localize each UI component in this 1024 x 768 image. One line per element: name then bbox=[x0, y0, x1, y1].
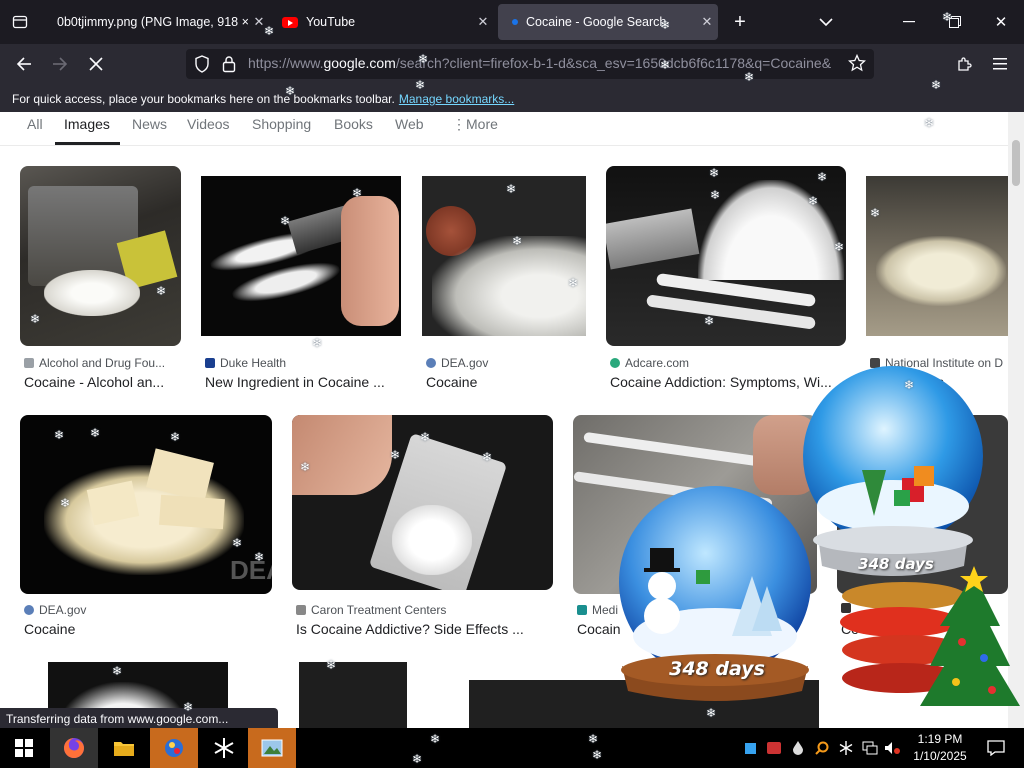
back-arrow-icon[interactable] bbox=[8, 48, 40, 80]
file-explorer-icon[interactable] bbox=[100, 728, 148, 768]
tab-books[interactable]: Books bbox=[334, 116, 373, 132]
result-title[interactable]: New Ingredient in Cocaine ... bbox=[205, 374, 395, 390]
tab-google-search[interactable]: Cocaine - Google Search ✕ bbox=[498, 4, 718, 40]
status-panel: Transferring data from www.google.com... bbox=[0, 708, 278, 730]
tray-droplet-icon[interactable] bbox=[788, 728, 808, 768]
minimize-icon[interactable] bbox=[892, 0, 926, 44]
result-source[interactable]: DEA.gov bbox=[426, 356, 576, 370]
restore-icon[interactable] bbox=[938, 0, 972, 44]
url-prefix: https://www. bbox=[248, 55, 324, 71]
site-favicon bbox=[296, 605, 306, 615]
tab-title: Cocaine - Google Search bbox=[526, 15, 667, 29]
tab-images[interactable]: Images bbox=[64, 116, 110, 132]
result-title[interactable]: Cocaine bbox=[426, 374, 576, 390]
result-title[interactable]: Is Cocaine Addictive? Side Effects ... bbox=[296, 621, 546, 637]
days-counter: 348 days bbox=[669, 658, 765, 680]
tab-more[interactable]: More bbox=[466, 116, 498, 132]
result-source[interactable]: Duke Health bbox=[205, 356, 385, 370]
chevron-down-icon[interactable] bbox=[814, 0, 838, 44]
forward-arrow-icon[interactable] bbox=[44, 48, 76, 80]
url-path: /search?client=firefox-b-1-d&sca_esv=165… bbox=[395, 55, 832, 71]
christmas-tree-widget[interactable] bbox=[834, 566, 1020, 714]
result-thumbnail[interactable] bbox=[866, 176, 1008, 336]
bookmarks-toolbar: For quick access, place your bookmarks h… bbox=[0, 84, 1024, 112]
scrollbar-thumb[interactable] bbox=[1012, 140, 1020, 186]
tab-youtube[interactable]: YouTube ✕ bbox=[272, 4, 494, 40]
result-thumbnail[interactable] bbox=[20, 166, 181, 346]
new-tab-plus-icon[interactable]: + bbox=[728, 0, 752, 44]
more-dots-icon[interactable]: ⋮ bbox=[452, 116, 466, 133]
image-watermark: DEA bbox=[230, 555, 272, 585]
navigation-toolbar: https://www.google.com/search?client=fir… bbox=[0, 44, 1024, 84]
active-tab-underline bbox=[55, 142, 120, 145]
tab-title: YouTube bbox=[306, 15, 356, 29]
site-favicon bbox=[610, 358, 620, 368]
tab-strip: 0b0tjimmy.png (PNG Image, 918 × ✕ YouTub… bbox=[0, 0, 1024, 44]
tray-blue-square-icon[interactable] bbox=[740, 728, 760, 768]
url-domain: google.com bbox=[323, 55, 396, 71]
result-source[interactable]: Adcare.com bbox=[610, 356, 810, 370]
tab-web[interactable]: Web bbox=[395, 116, 424, 132]
image-viewer-taskbar-icon[interactable] bbox=[248, 728, 296, 768]
site-favicon bbox=[24, 358, 34, 368]
result-title[interactable]: Cocaine bbox=[24, 621, 264, 637]
result-thumbnail[interactable]: DEA bbox=[20, 415, 272, 594]
extensions-puzzle-icon[interactable] bbox=[948, 48, 980, 80]
url-text[interactable]: https://www.google.com/search?client=fir… bbox=[248, 55, 840, 71]
search-type-tabs: All Images News Videos Shopping Books We… bbox=[0, 112, 1008, 146]
tab-title: 0b0tjimmy.png (PNG Image, 918 × bbox=[57, 15, 248, 29]
hamburger-menu-icon[interactable] bbox=[984, 48, 1016, 80]
tray-snowflake-icon[interactable] bbox=[836, 728, 856, 768]
clock-time: 1:19 PM bbox=[917, 732, 963, 746]
close-window-icon[interactable]: ✕ bbox=[984, 0, 1018, 44]
snow-app-taskbar-icon[interactable] bbox=[150, 728, 198, 768]
site-favicon bbox=[24, 605, 34, 615]
result-thumbnail[interactable] bbox=[606, 166, 846, 346]
result-title[interactable]: Cocaine - Alcohol an... bbox=[24, 374, 182, 390]
windows-taskbar: 1:19 PM 1/10/2025 bbox=[0, 728, 1024, 768]
result-thumbnail[interactable] bbox=[292, 415, 553, 590]
stop-loading-icon[interactable] bbox=[80, 48, 112, 80]
result-thumbnail[interactable] bbox=[422, 176, 586, 336]
bookmarks-hint: For quick access, place your bookmarks h… bbox=[12, 92, 395, 106]
site-favicon bbox=[205, 358, 215, 368]
close-tab-icon[interactable]: ✕ bbox=[696, 14, 718, 30]
list-all-tabs-icon[interactable] bbox=[6, 0, 34, 44]
firefox-taskbar-icon[interactable] bbox=[50, 728, 98, 768]
tracking-shield-icon[interactable] bbox=[194, 55, 210, 78]
result-thumbnail[interactable] bbox=[201, 176, 401, 336]
volume-muted-icon[interactable] bbox=[882, 728, 902, 768]
result-source[interactable]: DEA.gov bbox=[24, 603, 224, 617]
notifications-icon[interactable] bbox=[976, 728, 1016, 768]
snow-globe-widget-large[interactable]: 348 days bbox=[612, 486, 822, 708]
result-source[interactable]: Caron Treatment Centers bbox=[296, 603, 496, 617]
windows-start-icon[interactable] bbox=[0, 728, 48, 768]
tab-videos[interactable]: Videos bbox=[187, 116, 230, 132]
network-icon[interactable] bbox=[860, 728, 880, 768]
site-favicon bbox=[426, 358, 436, 368]
loading-dot-icon bbox=[512, 19, 518, 25]
snow-globe-widget-small[interactable]: 348 days bbox=[796, 366, 994, 588]
tab-shopping[interactable]: Shopping bbox=[252, 116, 311, 132]
tab-news[interactable]: News bbox=[132, 116, 167, 132]
result-source[interactable]: Alcohol and Drug Fou... bbox=[24, 356, 184, 370]
site-favicon bbox=[577, 605, 587, 615]
system-clock[interactable]: 1:19 PM 1/10/2025 bbox=[905, 731, 975, 765]
tray-app-icon[interactable] bbox=[764, 728, 784, 768]
close-tab-icon[interactable]: ✕ bbox=[472, 14, 494, 30]
youtube-icon bbox=[282, 16, 298, 28]
tab-png-image[interactable]: 0b0tjimmy.png (PNG Image, 918 × ✕ bbox=[44, 4, 270, 40]
snowflake-app-icon[interactable] bbox=[200, 728, 248, 768]
lock-icon[interactable] bbox=[222, 55, 236, 78]
clock-date: 1/10/2025 bbox=[913, 749, 967, 763]
result-thumbnail[interactable] bbox=[299, 662, 407, 728]
bookmark-star-icon[interactable] bbox=[847, 53, 867, 77]
tab-all[interactable]: All bbox=[27, 116, 43, 132]
manage-bookmarks-link[interactable]: Manage bookmarks... bbox=[399, 92, 514, 106]
close-tab-icon[interactable]: ✕ bbox=[248, 14, 270, 30]
tray-search-icon[interactable] bbox=[812, 728, 832, 768]
address-bar[interactable]: https://www.google.com/search?client=fir… bbox=[186, 49, 874, 79]
